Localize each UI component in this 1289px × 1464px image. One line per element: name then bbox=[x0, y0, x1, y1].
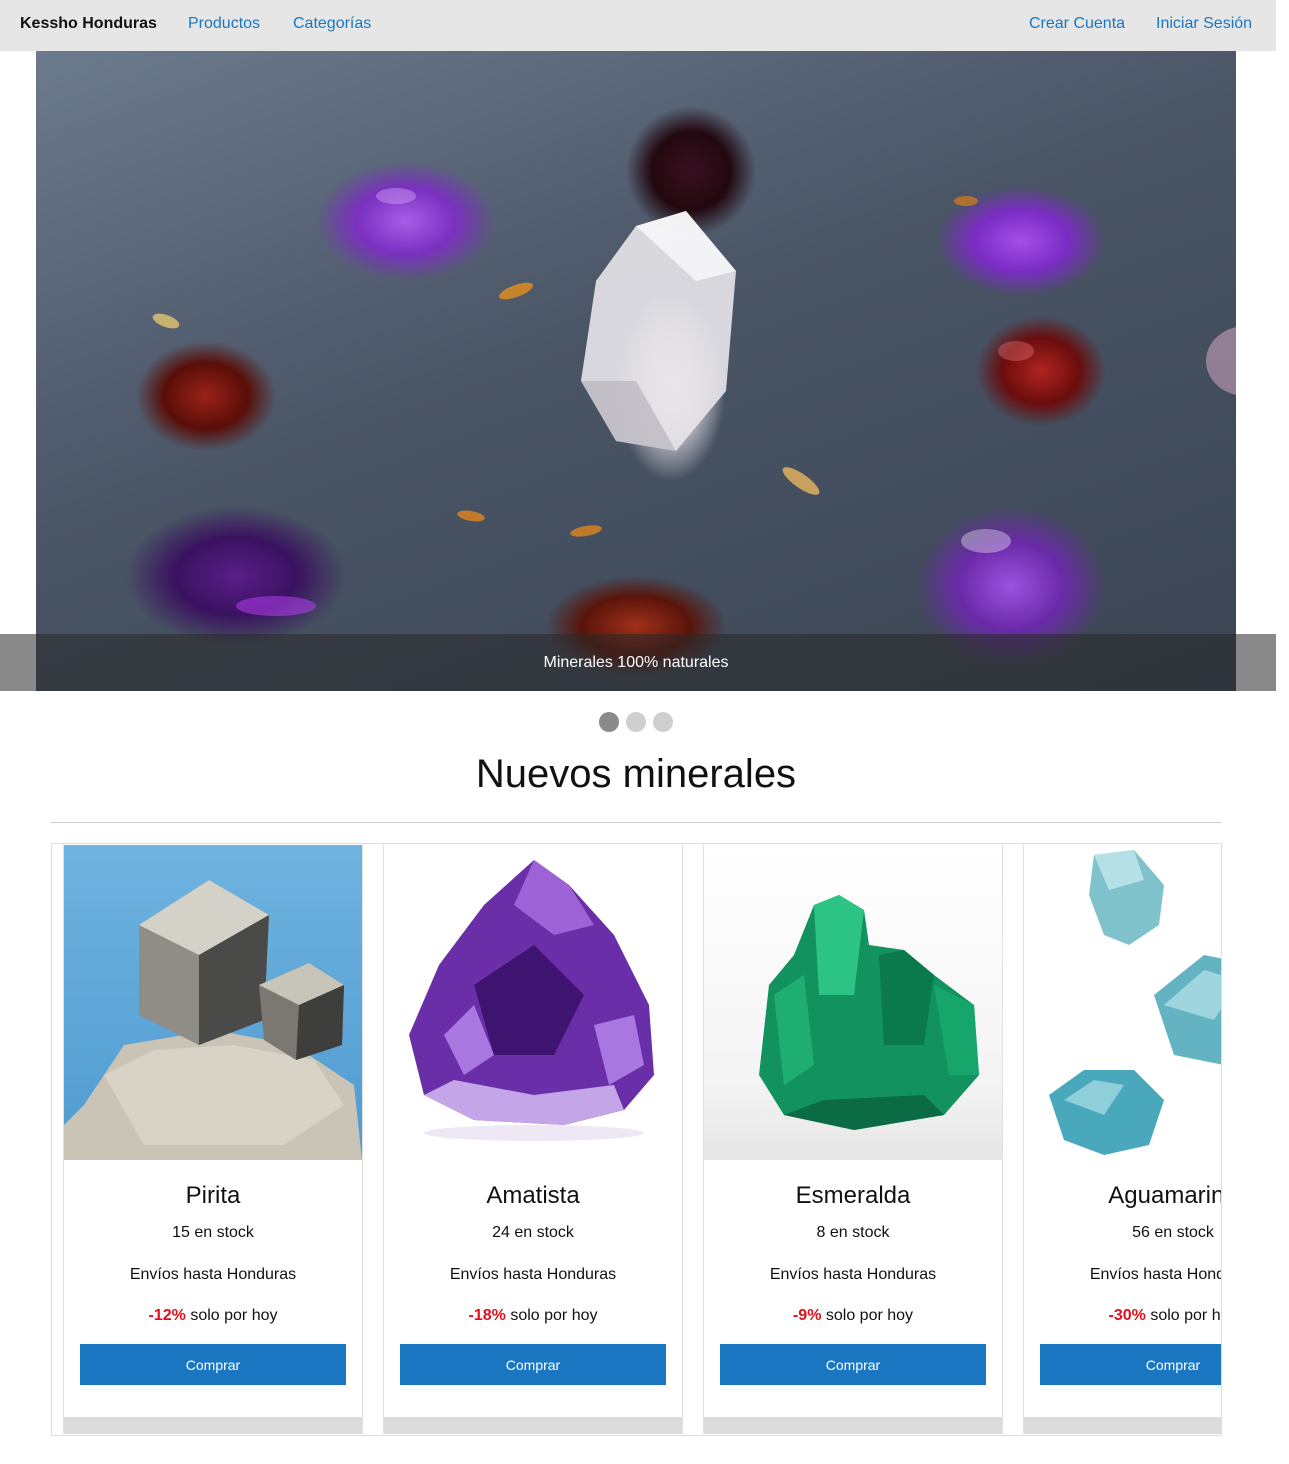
product-carousel: Pirita 15 en stock Envíos hasta Honduras… bbox=[51, 843, 1222, 1436]
product-promo: -12% solo por hoy bbox=[64, 1307, 362, 1325]
product-card-pirita: Pirita 15 en stock Envíos hasta Honduras… bbox=[63, 844, 363, 1434]
product-stock: 56 en stock bbox=[1132, 1224, 1214, 1241]
carousel-dot-1[interactable] bbox=[599, 712, 619, 732]
discount-badge: -12% bbox=[148, 1307, 186, 1324]
card-footer bbox=[384, 1417, 682, 1434]
product-promo: -30% solo por hoy bbox=[1024, 1307, 1221, 1325]
product-shipping: Envíos hasta Honduras bbox=[769, 1266, 937, 1283]
promo-text: solo por hoy bbox=[505, 1307, 598, 1324]
discount-badge: -30% bbox=[1108, 1307, 1146, 1324]
promo-text: solo por hoy bbox=[1150, 1307, 1221, 1324]
product-promo: -9% solo por hoy bbox=[704, 1307, 1002, 1325]
card-footer bbox=[704, 1417, 1002, 1434]
product-name: Esmeralda bbox=[795, 1182, 911, 1209]
hero-caption: Minerales 100% naturales bbox=[543, 654, 729, 671]
carousel-dot-2[interactable] bbox=[626, 712, 646, 732]
carousel-dot-3[interactable] bbox=[653, 712, 673, 732]
product-stock: 15 en stock bbox=[172, 1224, 254, 1241]
card-footer bbox=[64, 1417, 362, 1434]
section-title: Nuevos minerales bbox=[475, 752, 797, 796]
product-shipping: Envíos hasta Honduras bbox=[449, 1266, 617, 1283]
product-name: Aguamarina bbox=[1108, 1182, 1221, 1209]
nav-link-categorias[interactable]: Categorías bbox=[293, 15, 371, 33]
section-divider bbox=[51, 822, 1221, 823]
discount-badge: -18% bbox=[468, 1307, 506, 1324]
product-shipping: Envíos hasta Honduras bbox=[1089, 1266, 1222, 1283]
pyrite-illustration bbox=[64, 880, 362, 1160]
product-card-esmeralda: Esmeralda 8 en stock Envíos hasta Hondur… bbox=[703, 844, 1003, 1434]
create-account-link[interactable]: Crear Cuenta bbox=[1029, 15, 1125, 33]
product-card-aguamarina: Aguamarina 56 en stock Envíos hasta Hond… bbox=[1023, 844, 1222, 1434]
brand-link[interactable]: Kessho Honduras bbox=[20, 15, 157, 33]
card-footer bbox=[1024, 1417, 1221, 1434]
product-promo: -18% solo por hoy bbox=[384, 1307, 682, 1325]
product-name: Pirita bbox=[185, 1182, 241, 1209]
hero-carousel-image[interactable] bbox=[36, 51, 1236, 691]
product-stock: 24 en stock bbox=[492, 1224, 574, 1241]
product-image-pirita[interactable] bbox=[64, 845, 362, 1160]
aquamarine-illustration bbox=[1049, 850, 1221, 1155]
nav-link-productos[interactable]: Productos bbox=[188, 15, 260, 33]
product-card-amatista: Amatista 24 en stock Envíos hasta Hondur… bbox=[383, 844, 683, 1434]
buy-button[interactable]: Comprar bbox=[720, 1344, 986, 1385]
amethyst-illustration bbox=[409, 860, 654, 1141]
emerald-illustration bbox=[759, 895, 979, 1130]
buy-button[interactable]: Comprar bbox=[400, 1344, 666, 1385]
hero-gemstones-illustration bbox=[152, 188, 1236, 616]
discount-badge: -9% bbox=[792, 1307, 822, 1324]
product-name: Amatista bbox=[486, 1182, 580, 1209]
login-link[interactable]: Iniciar Sesión bbox=[1156, 15, 1252, 33]
product-image-aguamarina[interactable] bbox=[1024, 845, 1221, 1160]
promo-text: solo por hoy bbox=[185, 1307, 278, 1324]
product-image-esmeralda[interactable] bbox=[704, 845, 1002, 1160]
product-image-amatista[interactable] bbox=[384, 845, 682, 1160]
buy-button[interactable]: Comprar bbox=[80, 1344, 346, 1385]
buy-button[interactable]: Comprar bbox=[1040, 1344, 1221, 1385]
product-shipping: Envíos hasta Honduras bbox=[129, 1266, 297, 1283]
product-stock: 8 en stock bbox=[816, 1224, 890, 1241]
navbar: Kessho Honduras Productos Categorías Cre… bbox=[0, 0, 1276, 51]
promo-text: solo por hoy bbox=[821, 1307, 914, 1324]
